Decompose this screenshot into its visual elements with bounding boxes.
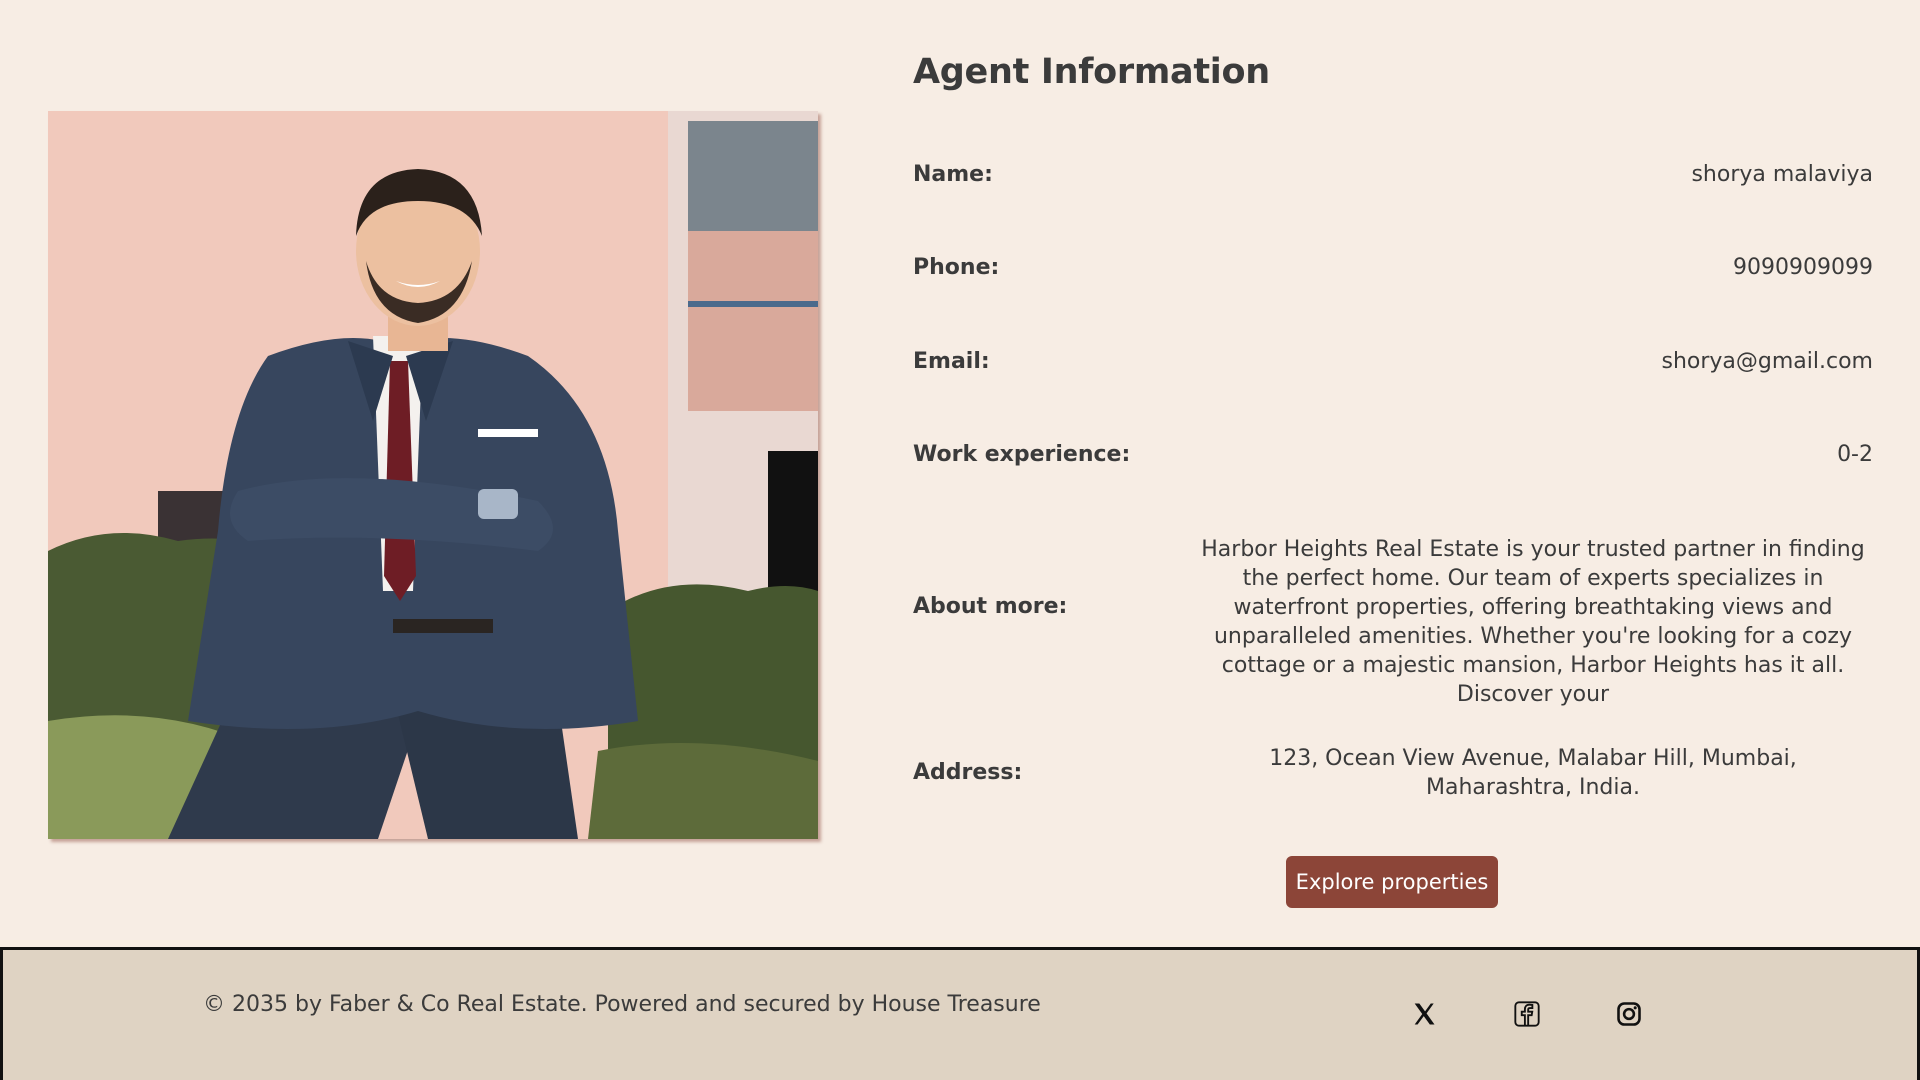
field-row-phone: Phone: 9090909099 [913, 255, 1873, 285]
field-value-name: shorya malaviya [1691, 162, 1873, 187]
field-value-experience: 0-2 [1837, 442, 1873, 467]
field-value-about: Harbor Heights Real Estate is your trust… [1201, 537, 1865, 707]
field-row-about: About more: Harbor Heights Real Estate i… [913, 535, 1873, 707]
footer: © 2035 by Faber & Co Real Estate. Powere… [0, 947, 1920, 1080]
field-value-phone: 9090909099 [1733, 255, 1873, 280]
field-value-email: shorya@gmail.com [1661, 349, 1874, 374]
footer-copyright: © 2035 by Faber & Co Real Estate. Powere… [203, 992, 1041, 1017]
field-label: Work experience: [913, 442, 1131, 467]
field-row-name: Name: shorya malaviya [913, 162, 1873, 192]
field-label: About more: [913, 594, 1068, 619]
field-label: Address: [913, 760, 1023, 785]
agent-photo [48, 111, 818, 839]
field-label: Email: [913, 349, 990, 374]
field-row-experience: Work experience: 0-2 [913, 442, 1873, 472]
x-icon[interactable] [1408, 998, 1440, 1030]
agent-photo-illustration [48, 111, 818, 839]
agent-page: Agent Information Name: shorya malaviya … [0, 0, 1920, 1080]
field-row-address: Address: 123, Ocean View Avenue, Malabar… [913, 744, 1873, 804]
page-title: Agent Information [913, 52, 1270, 92]
field-value-address: 123, Ocean View Avenue, Malabar Hill, Mu… [1269, 746, 1797, 800]
field-label: Name: [913, 162, 993, 187]
facebook-icon[interactable] [1511, 998, 1543, 1030]
field-row-email: Email: shorya@gmail.com [913, 349, 1873, 379]
instagram-icon[interactable] [1613, 998, 1645, 1030]
field-label: Phone: [913, 255, 1000, 280]
explore-properties-button[interactable]: Explore properties [1286, 856, 1498, 908]
